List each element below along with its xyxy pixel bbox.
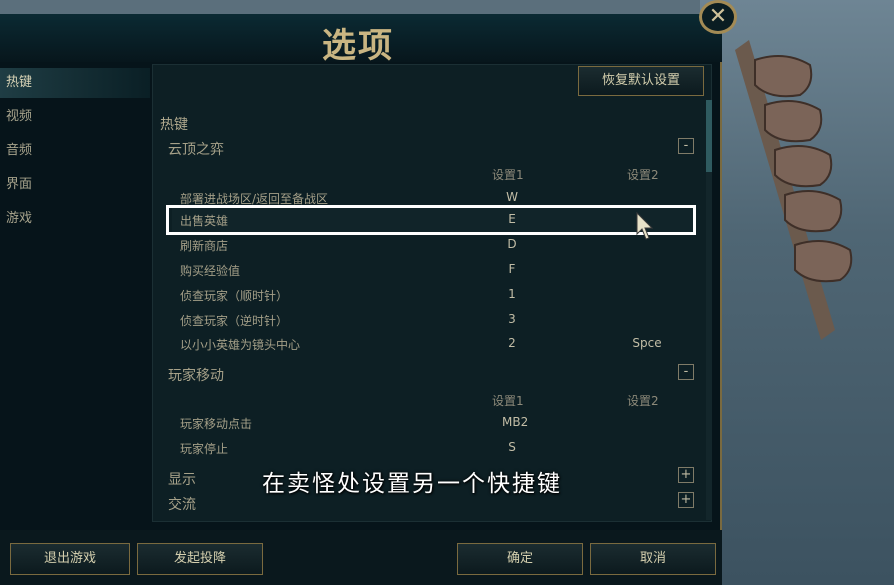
hotkey-key1[interactable]: F xyxy=(502,262,522,276)
hotkey-label: 购买经验值 xyxy=(180,264,241,278)
scrollbar-thumb[interactable] xyxy=(706,100,712,172)
exit-game-button[interactable]: 退出游戏 xyxy=(10,543,130,575)
group-title-tft: 云顶之弈 xyxy=(168,142,224,158)
hotkey-key1[interactable]: W xyxy=(502,190,522,204)
hotkey-label: 玩家移动点击 xyxy=(180,417,253,431)
group-title-display: 显示 xyxy=(168,472,196,488)
collapse-move-button[interactable]: - xyxy=(678,364,694,380)
expand-exchange-button[interactable]: + xyxy=(678,492,694,508)
hotkey-label: 玩家停止 xyxy=(180,442,229,456)
hotkey-row[interactable]: 玩家移动点击 MB2 xyxy=(172,411,696,435)
hotkey-key1[interactable]: S xyxy=(502,440,522,454)
hotkey-row[interactable]: 侦查玩家（顺时针） 1 xyxy=(172,283,696,307)
mouse-cursor-icon xyxy=(636,212,654,240)
nav-item-game[interactable]: 游戏 xyxy=(0,204,150,234)
collapse-tft-button[interactable]: - xyxy=(678,138,694,154)
move-col1-header: 设置1 xyxy=(492,394,524,408)
cancel-button[interactable]: 取消 xyxy=(590,543,716,575)
video-subtitle: 在卖怪处设置另一个快捷键 xyxy=(262,471,562,497)
nav-item-hotkeys[interactable]: 热键 xyxy=(0,68,150,98)
hotkey-row[interactable]: 以小小英雄为镜头中心 2 Spce xyxy=(172,332,696,356)
hotkey-label: 侦查玩家（逆时针） xyxy=(180,314,289,328)
hotkey-key1[interactable]: 2 xyxy=(502,336,522,350)
highlight-box xyxy=(166,205,696,235)
section-title-hotkeys: 热键 xyxy=(160,117,188,133)
surrender-button[interactable]: 发起投降 xyxy=(137,543,263,575)
group-title-player-move: 玩家移动 xyxy=(168,368,224,384)
hotkey-key1[interactable]: 3 xyxy=(502,312,522,326)
group-title-exchange: 交流 xyxy=(168,497,196,513)
expand-display-button[interactable]: + xyxy=(678,467,694,483)
hotkey-row[interactable]: 刷新商店 D xyxy=(172,233,696,257)
tft-col2-header: 设置2 xyxy=(627,168,659,182)
nav-item-video[interactable]: 视频 xyxy=(0,102,150,132)
dialog-title: 选项 xyxy=(322,26,394,66)
tft-col1-header: 设置1 xyxy=(492,168,524,182)
ok-button[interactable]: 确定 xyxy=(457,543,583,575)
hotkey-key1[interactable]: MB2 xyxy=(502,415,528,429)
move-col2-header: 设置2 xyxy=(627,394,659,408)
ladder-decoration xyxy=(735,40,853,340)
hotkey-label: 以小小英雄为镜头中心 xyxy=(180,338,301,352)
hotkey-key1[interactable]: D xyxy=(502,237,522,251)
options-nav: 热键 视频 音频 界面 游戏 xyxy=(0,62,150,532)
hotkey-key2[interactable]: Spce xyxy=(627,336,667,350)
nav-item-audio[interactable]: 音频 xyxy=(0,136,150,166)
hotkey-row[interactable]: 购买经验值 F xyxy=(172,258,696,282)
hotkey-row[interactable]: 玩家停止 S xyxy=(172,436,696,460)
hotkey-key1[interactable]: 1 xyxy=(502,287,522,301)
restore-defaults-button[interactable]: 恢复默认设置 xyxy=(578,66,704,96)
close-button[interactable]: ✕ xyxy=(699,0,737,34)
hotkey-row[interactable]: 侦查玩家（逆时针） 3 xyxy=(172,308,696,332)
hotkey-label: 侦查玩家（顺时针） xyxy=(180,289,289,303)
nav-item-interface[interactable]: 界面 xyxy=(0,170,150,200)
dialog-title-bar: 选项 xyxy=(0,14,722,66)
hotkey-label: 刷新商店 xyxy=(180,239,229,253)
